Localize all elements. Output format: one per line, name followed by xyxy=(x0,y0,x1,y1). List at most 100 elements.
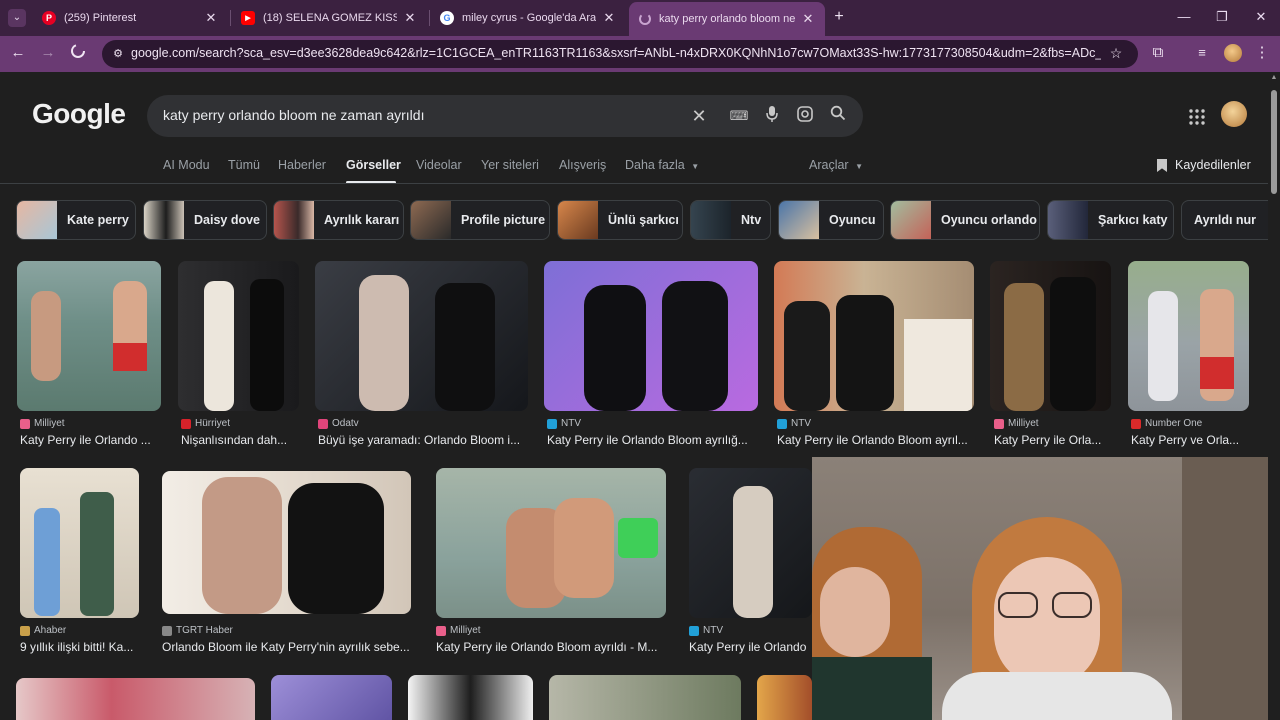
ahaber-icon xyxy=(20,625,30,636)
result-caption[interactable]: 9 yıllık ilişki bitti! Ka... xyxy=(20,640,140,654)
new-tab-button[interactable]: + xyxy=(830,7,848,27)
result-image[interactable] xyxy=(271,675,392,720)
result-image[interactable] xyxy=(774,261,974,411)
extensions-icon[interactable]: ⧉ xyxy=(1148,43,1168,63)
result-image[interactable] xyxy=(16,678,255,720)
tab-more[interactable]: Daha fazla ▼ xyxy=(625,158,699,172)
milliyet-icon xyxy=(20,418,30,429)
saved-link[interactable]: Kaydedilenler xyxy=(1175,158,1251,172)
apps-grid-icon[interactable] xyxy=(1188,108,1206,126)
result-source: NTV xyxy=(547,418,581,429)
chip-thumbnail xyxy=(274,201,314,239)
result-image[interactable] xyxy=(408,675,533,720)
loading-spinner-icon[interactable] xyxy=(68,43,88,63)
tab-images[interactable]: Görseller xyxy=(346,158,401,172)
chip-ntv[interactable]: Ntv xyxy=(690,200,771,240)
tools-button[interactable]: Araçlar ▼ xyxy=(809,158,863,172)
tab-all[interactable]: Tümü xyxy=(228,158,260,172)
result-source: Milliyet xyxy=(994,418,1039,429)
tab-shopping[interactable]: Alışveriş xyxy=(559,158,606,172)
minimize-icon[interactable]: — xyxy=(1172,6,1196,28)
chip-ayrilik-karari[interactable]: Ayrılık kararı xyxy=(273,200,404,240)
milliyet-icon xyxy=(436,625,446,636)
tab-pinterest[interactable]: P (259) Pinterest ✕ xyxy=(32,4,228,32)
url-text[interactable]: google.com/search?sca_esv=d3ee3628dea9c6… xyxy=(131,46,1101,60)
more-menu-icon[interactable]: ⋮ xyxy=(1252,43,1272,63)
microphone-icon[interactable] xyxy=(761,105,783,127)
media-controls-icon[interactable]: ≡ xyxy=(1192,43,1212,63)
tab-web[interactable]: Yer siteleri xyxy=(481,158,539,172)
chip-label: Ntv xyxy=(741,213,762,227)
result-image[interactable] xyxy=(549,675,741,720)
result-image[interactable] xyxy=(20,468,139,618)
result-caption[interactable]: Katy Perry ile Orlando xyxy=(689,640,811,654)
google-results-page: Google katy perry orlando bloom ne zaman… xyxy=(0,72,1268,720)
search-icon[interactable] xyxy=(827,105,849,127)
chip-oyuncu[interactable]: Oyuncu xyxy=(778,200,884,240)
tab-news[interactable]: Haberler xyxy=(278,158,326,172)
tab-ai-mode[interactable]: AI Modu xyxy=(163,158,210,172)
chip-profile-picture[interactable]: Profile picture xyxy=(410,200,550,240)
tab-google-miley[interactable]: G miley cyrus - Google'da Ara ✕ xyxy=(430,4,626,32)
scroll-up-arrow-icon[interactable]: ▲ xyxy=(1270,74,1278,82)
chip-ayrildi-nur[interactable]: Ayrıldı nur xyxy=(1181,200,1268,240)
scrollbar-thumb[interactable] xyxy=(1271,90,1277,194)
source-label: Number One xyxy=(1145,418,1203,429)
result-caption[interactable]: Katy Perry ile Orlando ... xyxy=(20,433,160,447)
profile-avatar[interactable] xyxy=(1224,44,1242,62)
close-icon[interactable]: ✕ xyxy=(403,10,417,26)
tab-videos[interactable]: Videolar xyxy=(416,158,462,172)
youtube-icon: ▶ xyxy=(241,11,255,25)
tab-search-icon[interactable]: ⌄ xyxy=(8,9,26,27)
chip-daisy-dove[interactable]: Daisy dove xyxy=(143,200,267,240)
chip-unlu-sarkici[interactable]: Ünlü şarkıcı xyxy=(557,200,683,240)
result-source: TGRT Haber xyxy=(162,625,233,636)
tab-active-search[interactable]: katy perry orlando bloom ne za ✕ xyxy=(629,2,825,36)
chip-kate-perry[interactable]: Kate perry xyxy=(16,200,136,240)
source-label: Milliyet xyxy=(1008,418,1039,429)
close-icon[interactable]: ✕ xyxy=(801,11,815,27)
maximize-icon[interactable]: ❐ xyxy=(1210,6,1234,28)
result-caption[interactable]: Katy Perry ile Orlando Bloom ayrıl... xyxy=(777,433,973,447)
tab-more-label: Daha fazla xyxy=(625,158,685,172)
clear-icon[interactable]: ✕ xyxy=(688,105,710,127)
chip-label: Ayrıldı nur xyxy=(1194,213,1257,227)
back-arrow-icon[interactable]: ← xyxy=(8,43,28,63)
account-avatar[interactable] xyxy=(1221,101,1247,127)
source-label: NTV xyxy=(561,418,581,429)
result-image[interactable] xyxy=(315,261,528,411)
result-caption[interactable]: Katy Perry ile Orlando Bloom ayrılığ... xyxy=(547,433,757,447)
chip-oyuncu-orlando[interactable]: Oyuncu orlando xyxy=(890,200,1040,240)
result-caption[interactable]: Orlando Bloom ile Katy Perry'nin ayrılık… xyxy=(162,640,416,654)
tab-youtube[interactable]: ▶ (18) SELENA GOMEZ KISSED HE ✕ xyxy=(231,4,427,32)
close-icon[interactable]: ✕ xyxy=(204,10,218,26)
result-image[interactable] xyxy=(436,468,666,618)
ntv-icon xyxy=(547,418,557,429)
result-caption[interactable]: Büyü işe yaramadı: Orlando Bloom i... xyxy=(318,433,528,447)
close-window-icon[interactable]: ✕ xyxy=(1249,6,1273,28)
lens-camera-icon[interactable] xyxy=(794,105,816,127)
result-image[interactable] xyxy=(689,468,812,618)
search-input[interactable]: katy perry orlando bloom ne zaman ayrıld… xyxy=(163,107,424,123)
google-logo[interactable]: Google xyxy=(32,98,126,130)
chip-sarkici-katy[interactable]: Şarkıcı katy xyxy=(1047,200,1174,240)
source-label: Milliyet xyxy=(34,418,65,429)
result-caption[interactable]: Katy Perry ile Orla... xyxy=(994,433,1110,447)
result-caption[interactable]: Nişanlısından dah... xyxy=(181,433,299,447)
close-icon[interactable]: ✕ xyxy=(602,10,616,26)
result-image[interactable] xyxy=(990,261,1111,411)
result-image[interactable] xyxy=(757,675,812,720)
result-source: Milliyet xyxy=(20,418,65,429)
result-image[interactable] xyxy=(544,261,758,411)
result-image[interactable] xyxy=(17,261,161,411)
bookmark-star-icon[interactable]: ☆ xyxy=(1107,44,1125,62)
hurriyet-icon xyxy=(181,418,191,429)
forward-arrow-icon[interactable]: → xyxy=(38,43,58,63)
result-image[interactable] xyxy=(178,261,299,411)
site-info-icon[interactable]: ⚙ xyxy=(110,46,126,62)
result-caption[interactable]: Katy Perry ile Orlando Bloom ayrıldı - M… xyxy=(436,640,666,654)
result-image[interactable] xyxy=(1128,261,1249,411)
result-caption[interactable]: Katy Perry ve Orla... xyxy=(1131,433,1249,447)
result-image[interactable] xyxy=(162,471,411,614)
keyboard-icon[interactable]: ⌨ xyxy=(728,105,750,127)
